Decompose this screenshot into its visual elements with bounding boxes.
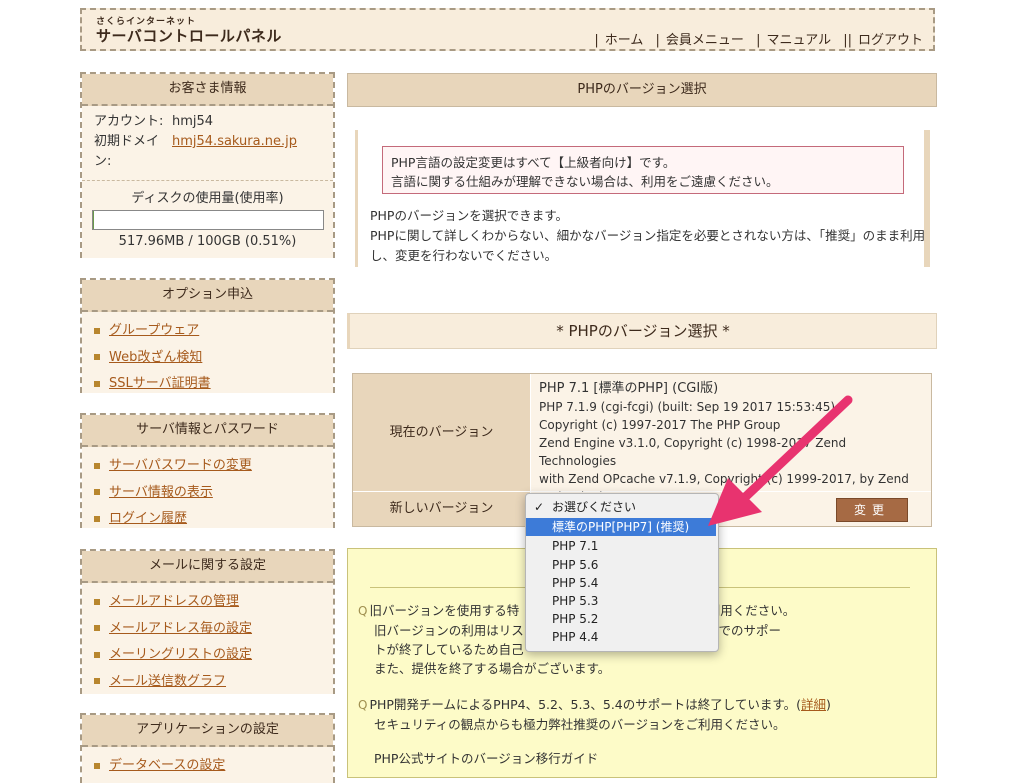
sidebar-item-database[interactable]: データベースの設定	[94, 753, 333, 780]
bullet-icon	[94, 462, 100, 469]
header-bar: さくらインターネット サーバコントロールパネル | ホーム | 会員メニュー | マニ…	[80, 8, 935, 51]
disk-usage-value: 517.96MB / 100GB (0.51%)	[118, 234, 297, 249]
app-settings-title: アプリケーションの設定	[82, 715, 333, 747]
nav-home-link[interactable]: ホーム	[605, 33, 644, 48]
question-icon: Q	[358, 698, 368, 712]
migration-guide-text: PHP公式サイトのバージョン移行ガイド	[374, 751, 599, 766]
nav-logout-link[interactable]: ログアウト	[858, 33, 923, 48]
select-option[interactable]: PHP 5.2	[526, 610, 716, 628]
sidebar-item-server-info[interactable]: サーバ情報の表示	[94, 480, 333, 507]
intro-line: PHPに関して詳しくわからない、細かなバージョン指定を必要とされない方は、「推奨…	[370, 228, 926, 263]
sidebar-item-mail-per-address[interactable]: メールアドレス毎の設定	[94, 616, 333, 643]
app-settings-panel: アプリケーションの設定 データベースの設定	[80, 713, 335, 783]
sidebar-item-ssl-cert[interactable]: SSLサーバ証明書	[94, 371, 333, 398]
sidebar-link[interactable]: ログイン履歴	[109, 511, 187, 526]
checkmark-icon: ✓	[534, 500, 545, 514]
disk-usage-fill	[92, 211, 94, 229]
mail-settings-panel: メールに関する設定 メールアドレスの管理 メールアドレス毎の設定 メーリングリス…	[80, 549, 335, 694]
bullet-icon	[94, 327, 100, 334]
nav-member-menu-link[interactable]: 会員メニュー	[666, 33, 744, 48]
annotation-arrow-icon	[708, 395, 853, 526]
customer-info-panel: お客さま情報 アカウント: hmj54 初期ドメイン: hmj54.sakura.n…	[80, 72, 335, 258]
bullet-icon	[94, 354, 100, 360]
warning-line: PHP言語の設定変更はすべて【上級者向け】です。	[391, 155, 676, 170]
brand-title: サーバコントロールパネル	[96, 27, 282, 45]
sidebar-link[interactable]: サーバパスワードの変更	[109, 458, 252, 473]
php-version-select[interactable]: ✓ お選びください 標準のPHP[PHP7] (推奨) PHP 7.1 PHP 5…	[525, 493, 719, 652]
bullet-icon	[94, 678, 100, 684]
sidebar-link[interactable]: データベースの設定	[109, 758, 225, 773]
options-panel: オプション申込 グループウェア Web改ざん検知 SSLサーバ証明書	[80, 278, 335, 393]
server-info-title: サーバ情報とパスワード	[82, 415, 333, 447]
bullet-icon	[94, 598, 100, 605]
sidebar-item-mailing-list[interactable]: メーリングリストの設定	[94, 642, 333, 669]
options-title: オプション申込	[82, 280, 333, 312]
notice-panel: PHP言語の設定変更はすべて【上級者向け】です。 言語に関する仕組みが理解できな…	[355, 130, 930, 267]
customer-info-title: お客さま情報	[82, 74, 333, 106]
page-title: PHPのバージョン選択	[347, 73, 937, 107]
select-option[interactable]: PHP 5.6	[526, 556, 716, 574]
brand-small-text: さくらインターネット	[96, 17, 197, 27]
sidebar-link[interactable]: メールアドレス毎の設定	[109, 621, 252, 636]
bullet-icon	[94, 651, 100, 658]
bullet-icon	[94, 489, 100, 495]
bullet-icon	[94, 380, 100, 387]
brand-logo[interactable]: さくらインターネット サーバコントロールパネル	[96, 18, 282, 44]
new-version-label: 新しいバージョン	[353, 492, 530, 526]
sidebar-item-web-tamper-detect[interactable]: Web改ざん検知	[94, 345, 333, 372]
bullet-icon	[94, 515, 100, 522]
sidebar-link[interactable]: サーバ情報の表示	[109, 485, 213, 500]
warning-line: 言語に関する仕組みが理解できない場合は、利用をご遠慮ください。	[391, 174, 779, 189]
sidebar-item-server-password[interactable]: サーバパスワードの変更	[94, 453, 333, 480]
domain-link[interactable]: hmj54.sakura.ne.jp	[172, 132, 297, 172]
sidebar-item-groupware[interactable]: グループウェア	[94, 318, 333, 345]
nav-manual-link[interactable]: マニュアル	[766, 33, 831, 48]
sidebar-link[interactable]: SSLサーバ証明書	[109, 376, 211, 391]
sidebar-item-mail-graph[interactable]: メール送信数グラフ	[94, 669, 333, 696]
mail-settings-title: メールに関する設定	[82, 551, 333, 583]
sidebar-link[interactable]: グループウェア	[109, 323, 199, 338]
advanced-warning: PHP言語の設定変更はすべて【上級者向け】です。 言語に関する仕組みが理解できな…	[382, 146, 904, 194]
account-value: hmj54	[172, 114, 214, 129]
intro-text: PHPのバージョンを選択できます。 PHPに関して詳しくわからない、細かなバージ…	[370, 206, 926, 266]
domain-label: 初期ドメイン:	[94, 134, 160, 169]
note-support-ended: Q PHP開発チームによるPHP4、5.2、5.3、5.4のサポートは終了していま…	[358, 697, 831, 732]
section-title: * PHPのバージョン選択 *	[347, 313, 937, 349]
disk-usage-title: ディスクの使用量(使用率)	[82, 180, 333, 206]
details-link[interactable]: 詳細	[801, 697, 826, 712]
select-option[interactable]: PHP 7.1	[526, 537, 716, 555]
sidebar-link[interactable]: メールアドレスの管理	[109, 594, 239, 609]
sidebar-link[interactable]: メーリングリストの設定	[109, 647, 252, 662]
question-icon: Q	[358, 604, 368, 618]
disk-usage-bar	[91, 210, 324, 230]
top-nav: | ホーム | 会員メニュー | マニュアル || ログアウト	[594, 33, 923, 48]
account-label: アカウント:	[94, 114, 164, 129]
sidebar-item-login-history[interactable]: ログイン履歴	[94, 506, 333, 533]
select-option[interactable]: PHP 4.4	[526, 628, 716, 646]
select-option-highlighted[interactable]: 標準のPHP[PHP7] (推奨)	[526, 518, 716, 536]
intro-line: PHPのバージョンを選択できます。	[370, 208, 568, 223]
select-option[interactable]: PHP 5.4	[526, 574, 716, 592]
sidebar-link[interactable]: Web改ざん検知	[109, 350, 202, 365]
bullet-icon	[94, 625, 100, 631]
select-option[interactable]: PHP 5.3	[526, 592, 716, 610]
sidebar-item-mail-address[interactable]: メールアドレスの管理	[94, 589, 333, 616]
sidebar-link[interactable]: メール送信数グラフ	[109, 674, 226, 689]
current-version-label: 現在のバージョン	[353, 374, 530, 491]
select-option[interactable]: ✓ お選びください	[526, 498, 716, 516]
server-info-panel: サーバ情報とパスワード サーバパスワードの変更 サーバ情報の表示 ログイン履歴	[80, 413, 335, 528]
